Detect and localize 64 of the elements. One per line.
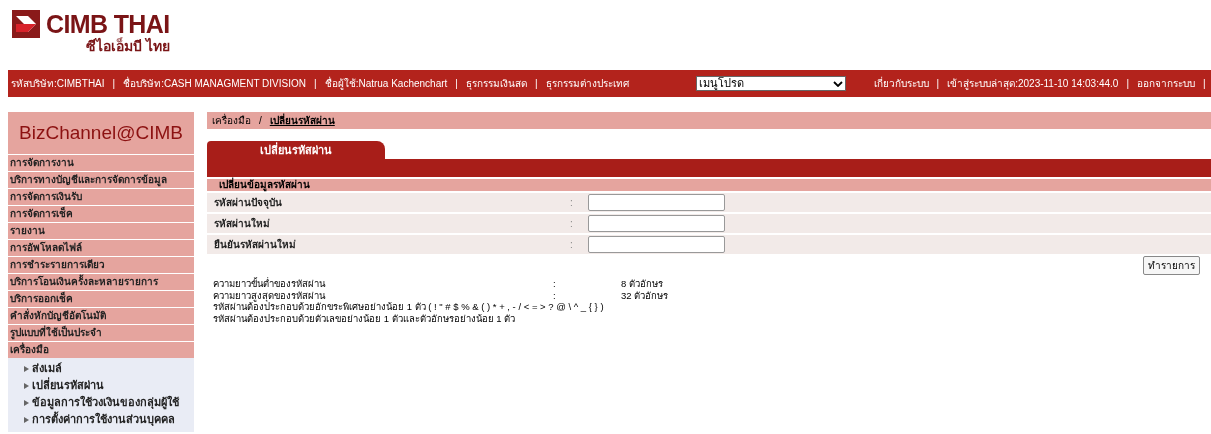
field-label: รหัสผ่านปัจจุบัน — [213, 196, 283, 210]
sidebar-item[interactable]: การจัดการงาน — [8, 155, 194, 171]
separator-text: | — [534, 77, 538, 91]
rule-value: 8 ตัวอักษร — [621, 278, 663, 290]
header-link[interactable]: ธุรกรรมต่างประเทศ — [545, 76, 629, 91]
header-link[interactable]: เกี่ยวกับระบบ — [873, 76, 929, 91]
password-field[interactable] — [588, 236, 725, 253]
rule-value: 32 ตัวอักษร — [621, 289, 669, 301]
separator-text: | — [1126, 77, 1129, 91]
colon-text: : — [553, 278, 557, 290]
header-link[interactable]: ออกจากระบบ — [1137, 76, 1195, 91]
password-field[interactable] — [588, 215, 725, 232]
sidebar-item[interactable]: การอัพโหลดไฟล์ — [8, 240, 194, 256]
triangle-icon — [24, 399, 29, 406]
chevron-down-icon — [832, 80, 843, 87]
triangle-icon — [24, 416, 29, 423]
section-header: เปลี่ยนข้อมูลรหัสผ่าน — [207, 179, 1211, 191]
separator-text: | — [314, 77, 317, 91]
sidebar-item[interactable]: บริการออกเช็ค — [8, 291, 194, 307]
separator-text: | — [455, 77, 458, 91]
colon-text: : — [570, 196, 574, 210]
sidebar-header: BizChannel@CIMB — [8, 112, 194, 154]
field-label: รหัสผ่านใหม่ — [213, 216, 271, 231]
rule-text: รหัสผ่านต้องประกอบด้วยตัวเลขอย่างน้อย 1 ตัวและตัวอักษรอย่างน้อย 1 ตัว — [213, 312, 516, 324]
sidebar-item[interactable]: เครื่องมือ — [8, 342, 194, 358]
sidebar-item[interactable]: รายงาน — [8, 223, 194, 239]
header-info-text: เข้าสู่ระบบล่าสุด:2023-11-10 14:03:44.0 — [947, 77, 1119, 91]
colon-text: : — [570, 238, 574, 252]
rule-text: รหัสผ่านต้องประกอบด้วยอักขระพิเศษอย่างน้อย 1 ตัว ( ! " # $ % & ( ) * + , - / < = > ? @ \ ^ _ { } ) — [213, 301, 604, 313]
submenu-item[interactable]: ข้อมูลการใช้วงเงินของกลุ่มผู้ใช้ — [32, 394, 179, 411]
logo-text: CIMB THAI — [46, 10, 170, 38]
sidebar-item[interactable]: การจัดการเงินรับ — [8, 189, 194, 205]
submenu-item[interactable]: การตั้งค่าการใช้งานส่วนบุคคล — [32, 411, 175, 428]
password-field[interactable] — [588, 194, 725, 211]
sidebar-item[interactable]: บริการทางบัญชีและการจัดการข้อมูล — [8, 172, 194, 188]
separator-text: | — [936, 77, 940, 91]
header-info-text: รหัสบริษัท:CIMBTHAI — [11, 77, 105, 91]
breadcrumb-separator: / — [259, 114, 262, 128]
triangle-icon — [24, 365, 29, 372]
logo-icon — [12, 10, 40, 38]
submit-button[interactable]: ทำรายการ — [1143, 256, 1200, 275]
colon-text: : — [570, 217, 574, 231]
field-label: ยืนยันรหัสผ่านใหม่ — [213, 237, 297, 252]
triangle-icon — [24, 382, 29, 389]
breadcrumb-link[interactable]: เปลี่ยนรหัสผ่าน — [269, 113, 335, 128]
form-tab[interactable]: เปลี่ยนรหัสผ่าน — [207, 141, 385, 159]
header-info-text: ชื่อบริษัท:CASH MANAGMENT DIVISION — [123, 76, 306, 91]
rule-text: ความยาวขั้นต่ำของรหัสผ่าน — [213, 278, 327, 290]
separator-text: | — [112, 77, 116, 91]
header-info-text: ชื่อผู้ใช้:Natrua Kachenchart — [324, 76, 448, 91]
favorites-dropdown[interactable]: เมนูโปรด — [695, 76, 846, 91]
colon-text: : — [553, 289, 557, 301]
submenu-item[interactable]: เปลี่ยนรหัสผ่าน — [32, 377, 104, 394]
header-link[interactable]: ธุรกรรมเงินสด — [465, 76, 527, 91]
rule-text: ความยาวสูงสุดของรหัสผ่าน — [213, 289, 326, 301]
sidebar-item[interactable]: คำสั่งหักบัญชีอัตโนมัติ — [8, 308, 194, 324]
breadcrumb-link[interactable]: เครื่องมือ — [212, 113, 251, 128]
submenu-item[interactable]: ส่งเมล์ — [32, 360, 62, 377]
sidebar-item[interactable]: การชำระรายการเดียว — [8, 257, 194, 273]
sidebar-item[interactable]: บริการโอนเงินครั้งละหลายรายการ — [8, 274, 194, 290]
logo-subtitle: ซีไอเอ็มบี ไทย — [85, 38, 170, 54]
sidebar-item[interactable]: การจัดการเช็ค — [8, 206, 194, 222]
separator-text: | — [1203, 77, 1206, 91]
sidebar-item[interactable]: รูปแบบที่ใช้เป็นประจำ — [8, 325, 194, 341]
